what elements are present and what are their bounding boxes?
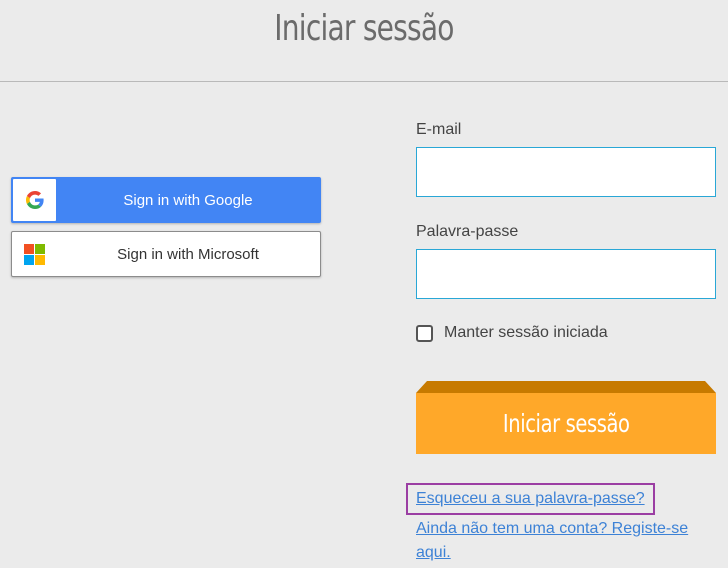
google-signin-label: Sign in with Google xyxy=(123,191,253,209)
google-signin-button[interactable]: Sign in with Google xyxy=(11,177,321,223)
microsoft-icon xyxy=(24,244,46,266)
page-header: Iniciar sessão xyxy=(0,0,728,82)
page-title: Iniciar sessão xyxy=(274,8,454,49)
register-link[interactable]: Ainda não tem uma conta? Registe-se xyxy=(416,516,688,542)
password-field[interactable] xyxy=(416,249,716,299)
email-field[interactable] xyxy=(416,147,716,197)
microsoft-signin-label: Sign in with Microsoft xyxy=(117,245,259,263)
password-label: Palavra-passe xyxy=(416,223,519,240)
microsoft-signin-button[interactable]: Sign in with Microsoft xyxy=(11,231,321,277)
remember-me-row: Manter sessão iniciada xyxy=(416,322,608,344)
submit-button-label: Iniciar sessão xyxy=(502,409,630,438)
google-icon xyxy=(13,179,56,221)
submit-button-face: Iniciar sessão xyxy=(416,393,716,454)
forgot-password-link[interactable]: Esqueceu a sua palavra-passe? xyxy=(416,486,645,512)
email-label: E-mail xyxy=(416,121,462,138)
login-submit-button[interactable]: Iniciar sessão xyxy=(416,381,716,454)
remember-me-label: Manter sessão iniciada xyxy=(444,324,608,341)
submit-button-top-edge xyxy=(416,381,716,393)
register-link-continued[interactable]: aqui. xyxy=(416,540,451,566)
remember-me-checkbox[interactable] xyxy=(416,324,433,342)
